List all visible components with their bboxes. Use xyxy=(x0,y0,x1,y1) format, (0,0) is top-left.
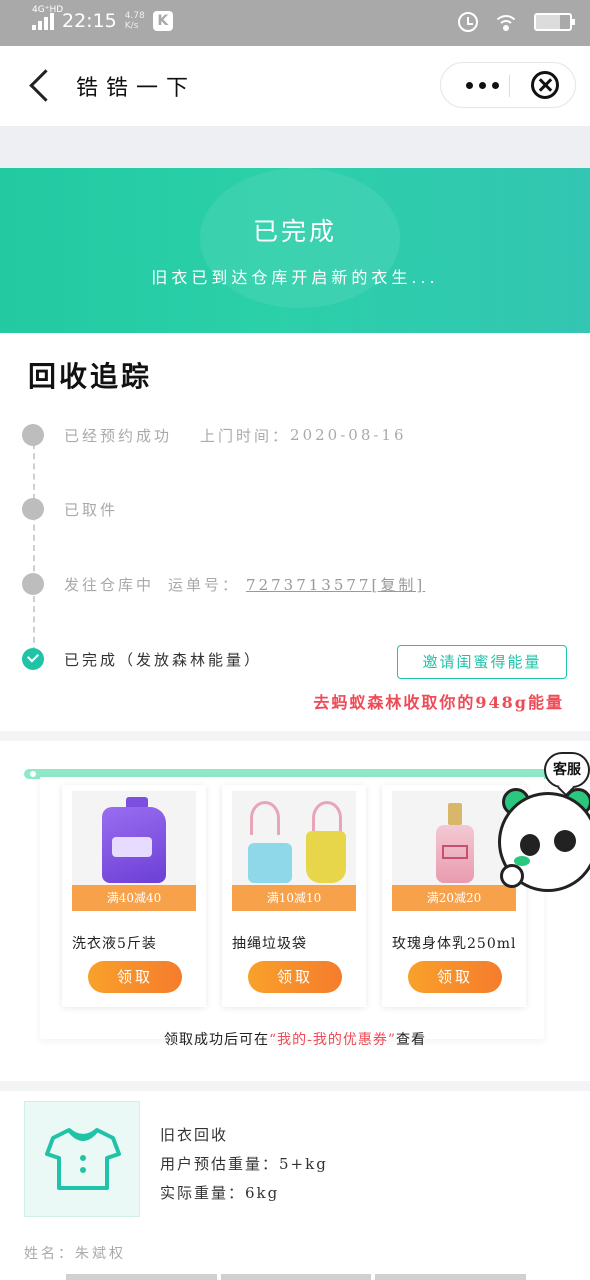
banner-title: 已完成 xyxy=(252,217,337,246)
coupon-badge: 满40减40 xyxy=(72,885,196,911)
coupon-product-name: 洗衣液5斤装 xyxy=(72,936,157,952)
order-info: 旧衣回收 用户预估重量：5+kg 实际重量：6kg 姓名：朱斌权 xyxy=(0,1091,590,1280)
banner-subtitle: 旧衣已到达仓库开启新的衣生... xyxy=(151,268,439,287)
actual-weight-label: 实际重量： xyxy=(160,1184,246,1202)
customer-name-row: 姓名：朱斌权 xyxy=(24,1243,126,1263)
coupon-card: 满10减10 抽绳垃圾袋 领取 xyxy=(222,785,366,1007)
wifi-icon xyxy=(494,13,518,31)
tracking-card: 回收追踪 已经预约成功 上门时间： 2020-08-16 已取件 发往仓库中 运… xyxy=(0,333,590,731)
estimated-weight-value: 5+kg xyxy=(279,1155,328,1173)
tracking-heading: 回收追踪 xyxy=(28,360,153,393)
timeline-step-shipping: 发往仓库中 运单号： 7273713577[复制] xyxy=(22,572,425,596)
nav-bar: 锆锆一下 xyxy=(0,46,590,126)
section-gap xyxy=(0,126,590,168)
order-type: 旧衣回收 xyxy=(160,1126,229,1144)
pickup-time-label: 上门时间： xyxy=(200,426,291,445)
status-left: 4G⁺HD 22:15 4.78 K/s K xyxy=(32,5,173,32)
back-arrow-icon[interactable] xyxy=(24,68,54,104)
claim-button[interactable]: 领取 xyxy=(248,961,342,993)
coupon-card: 满40减40 洗衣液5斤装 领取 xyxy=(62,785,206,1007)
status-time: 22:15 xyxy=(62,10,117,32)
step-dot-icon xyxy=(22,498,44,520)
my-coupons-link[interactable]: “我的-我的优惠券” xyxy=(269,1032,396,1048)
name-label: 姓名： xyxy=(24,1246,75,1262)
estimated-weight-label: 用户预估重量： xyxy=(160,1155,280,1173)
actual-weight-row: 实际重量：6kg xyxy=(160,1179,328,1208)
section-gap xyxy=(0,731,590,741)
timeline-step-booked: 已经预约成功 上门时间： 2020-08-16 xyxy=(22,423,407,447)
detergent-image xyxy=(72,791,196,887)
network-type: 4G⁺HD xyxy=(32,5,64,15)
tracking-number-copy[interactable]: 7273713577[复制] xyxy=(246,574,425,595)
network-indicator: 4G⁺HD xyxy=(32,5,63,30)
network-speed: 4.78 K/s xyxy=(125,11,145,31)
note-prefix: 领取成功后可在 xyxy=(163,1032,269,1048)
speed-unit: K/s xyxy=(124,21,139,31)
customer-service-mascot-icon[interactable] xyxy=(494,788,590,918)
invite-friends-button[interactable]: 邀请闺蜜得能量 xyxy=(397,645,567,679)
coupon-product-name: 抽绳垃圾袋 xyxy=(232,936,307,952)
step-label: 发往仓库中 xyxy=(64,575,155,594)
step-label: 已经预约成功 xyxy=(64,426,173,445)
alarm-icon xyxy=(458,12,478,32)
step-dot-icon xyxy=(22,573,44,595)
bottom-edge-tabs xyxy=(66,1274,527,1280)
timeline-line xyxy=(33,443,35,653)
status-banner: 已完成 旧衣已到达仓库开启新的衣生... xyxy=(0,168,590,333)
timeline-step-completed: 已完成（发放森林能量） xyxy=(22,647,262,671)
step-label: 已取件 xyxy=(64,500,119,519)
claim-button[interactable]: 领取 xyxy=(88,961,182,993)
page-title: 锆锆一下 xyxy=(76,76,197,101)
status-bar: 4G⁺HD 22:15 4.78 K/s K xyxy=(0,0,590,46)
speed-value: 4.78 xyxy=(124,11,145,21)
name-value: 朱斌权 xyxy=(75,1246,126,1262)
step-dot-icon xyxy=(22,424,44,446)
claim-button[interactable]: 领取 xyxy=(408,961,502,993)
mini-program-capsule xyxy=(440,62,576,108)
pickup-time-value: 2020-08-16 xyxy=(290,426,407,444)
timeline-step-picked: 已取件 xyxy=(22,497,118,521)
capsule-divider xyxy=(509,75,510,97)
check-icon xyxy=(22,648,44,670)
battery-icon xyxy=(534,13,575,31)
garbage-bag-image xyxy=(232,791,356,887)
app-notification-icon: K xyxy=(152,11,173,31)
status-right xyxy=(458,12,575,32)
section-gap xyxy=(0,1081,590,1091)
order-details: 旧衣回收 用户预估重量：5+kg 实际重量：6kg xyxy=(160,1121,328,1208)
more-dots-icon[interactable] xyxy=(455,63,509,107)
actual-weight-value: 6kg xyxy=(245,1184,280,1202)
step-label: 已完成（发放森林能量） xyxy=(64,650,263,669)
coupon-note: 领取成功后可在“我的-我的优惠券”查看 xyxy=(0,1029,590,1049)
estimated-weight-row: 用户预估重量：5+kg xyxy=(160,1150,328,1179)
tracking-number-label: 运单号： xyxy=(168,575,241,594)
close-circle-icon[interactable] xyxy=(531,71,559,99)
forest-energy-link[interactable]: 去蚂蚁森林收取你的948g能量 xyxy=(313,689,564,713)
note-suffix: 查看 xyxy=(396,1032,427,1048)
customer-service-button[interactable]: 客服 xyxy=(544,752,590,788)
coupon-product-name: 玫瑰身体乳250ml xyxy=(392,936,517,952)
t-shirt-icon xyxy=(24,1101,140,1217)
coupon-badge: 满10减10 xyxy=(232,885,356,911)
